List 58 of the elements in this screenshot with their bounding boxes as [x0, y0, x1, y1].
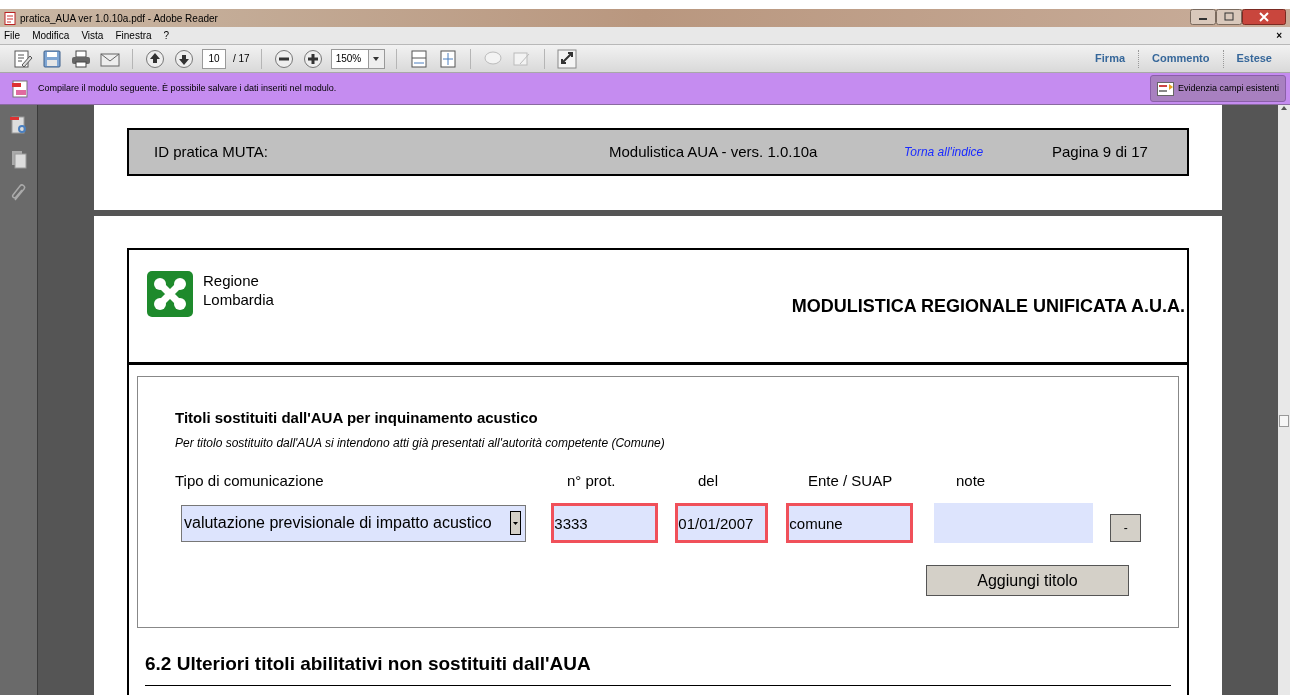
save-icon[interactable] [41, 48, 63, 69]
form-message: Compilare il modulo seguente. È possibile salvare i dati inseriti nel modulo. [38, 81, 337, 95]
text-field[interactable]: comune [786, 503, 914, 543]
column-label: Ente / SUAP [808, 470, 894, 491]
column-label: n° prot. [567, 470, 617, 491]
menu-item[interactable]: File [4, 28, 21, 43]
section-subtitle: Per titolo sostituito dall'AUA si intendono atti già presentati all'autorità competente (Comune) [175, 434, 666, 452]
scrollbar-thumb[interactable] [1279, 415, 1289, 427]
page-number-field[interactable]: 10 [202, 48, 226, 69]
pages-icon[interactable] [9, 149, 28, 169]
add-title-button[interactable]: Aggiungi titolo [926, 565, 1129, 596]
page-number-text: Pagina 9 di 17 [1052, 141, 1148, 162]
menu-item[interactable]: Finestra [115, 28, 152, 43]
minimize-icon[interactable] [1190, 9, 1216, 25]
scrollbar[interactable] [1278, 105, 1290, 695]
text-field[interactable]: 3333 [551, 503, 659, 543]
arrow-down-icon[interactable] [173, 48, 195, 69]
close-document-icon[interactable]: × [1276, 28, 1286, 43]
toolbar-link[interactable]: Commento [1146, 50, 1216, 67]
section-title: Titoli sostituiti dall'AUA per inquinamento acustico [175, 408, 539, 428]
text-field[interactable] [934, 503, 1094, 543]
page-total: / 17 [233, 52, 250, 66]
remove-row-button[interactable]: - [1110, 514, 1141, 542]
document-search-icon[interactable] [9, 115, 28, 135]
caret-icon [513, 521, 519, 525]
form-fields-icon [1156, 81, 1174, 96]
type-dropdown[interactable]: valutazione previsionale di impatto acustico [181, 504, 527, 542]
toolbar-link[interactable]: Estese [1230, 50, 1278, 67]
arrow-up-icon[interactable] [144, 48, 166, 69]
column-label: Tipo di comunicazione [175, 470, 325, 491]
pdf-file-icon [4, 11, 16, 25]
toolbar-link[interactable]: Firma [1089, 50, 1132, 67]
caret-icon [373, 56, 380, 61]
page-header-id-label: ID pratica MUTA: [154, 141, 269, 162]
logo-text: Regione [203, 271, 260, 290]
index-link[interactable]: Torna all'indice [904, 143, 1052, 161]
paperclip-icon[interactable] [9, 183, 28, 203]
highlight-fields-button[interactable]: Evidenzia campi esistenti [1149, 75, 1286, 102]
zoom-dropdown[interactable]: 150% [330, 48, 385, 69]
print-icon[interactable] [70, 48, 92, 69]
form-title: MODULISTICA REGIONALE UNIFICATA A.U.A. [791, 295, 1185, 318]
close-icon[interactable] [1242, 9, 1286, 25]
zoom-out-icon[interactable] [272, 48, 295, 69]
full-screen-icon[interactable] [555, 48, 578, 69]
page-header-version: Modulistica AUA - vers. 1.0.10a [609, 141, 819, 162]
zoom-in-icon[interactable] [301, 48, 324, 69]
logo-text: Lombardia [203, 290, 274, 309]
column-label: note [956, 470, 986, 491]
menu-item[interactable]: ? [163, 28, 170, 43]
edit-document-icon[interactable] [12, 48, 34, 69]
menu-item[interactable]: Vista [81, 28, 104, 43]
column-label: del [698, 470, 720, 491]
section-heading: 6.2 Ulteriori titoli abilitativi non sostituiti dall'AUA [145, 653, 591, 674]
clover-logo-icon [147, 271, 193, 317]
menu-item[interactable]: Modifica [32, 28, 70, 43]
window-title: pratica_AUA ver 1.0.10a.pdf - Adobe Reader [20, 11, 218, 26]
text-field[interactable]: 01/01/2007 [675, 503, 769, 543]
form-icon [12, 79, 28, 98]
